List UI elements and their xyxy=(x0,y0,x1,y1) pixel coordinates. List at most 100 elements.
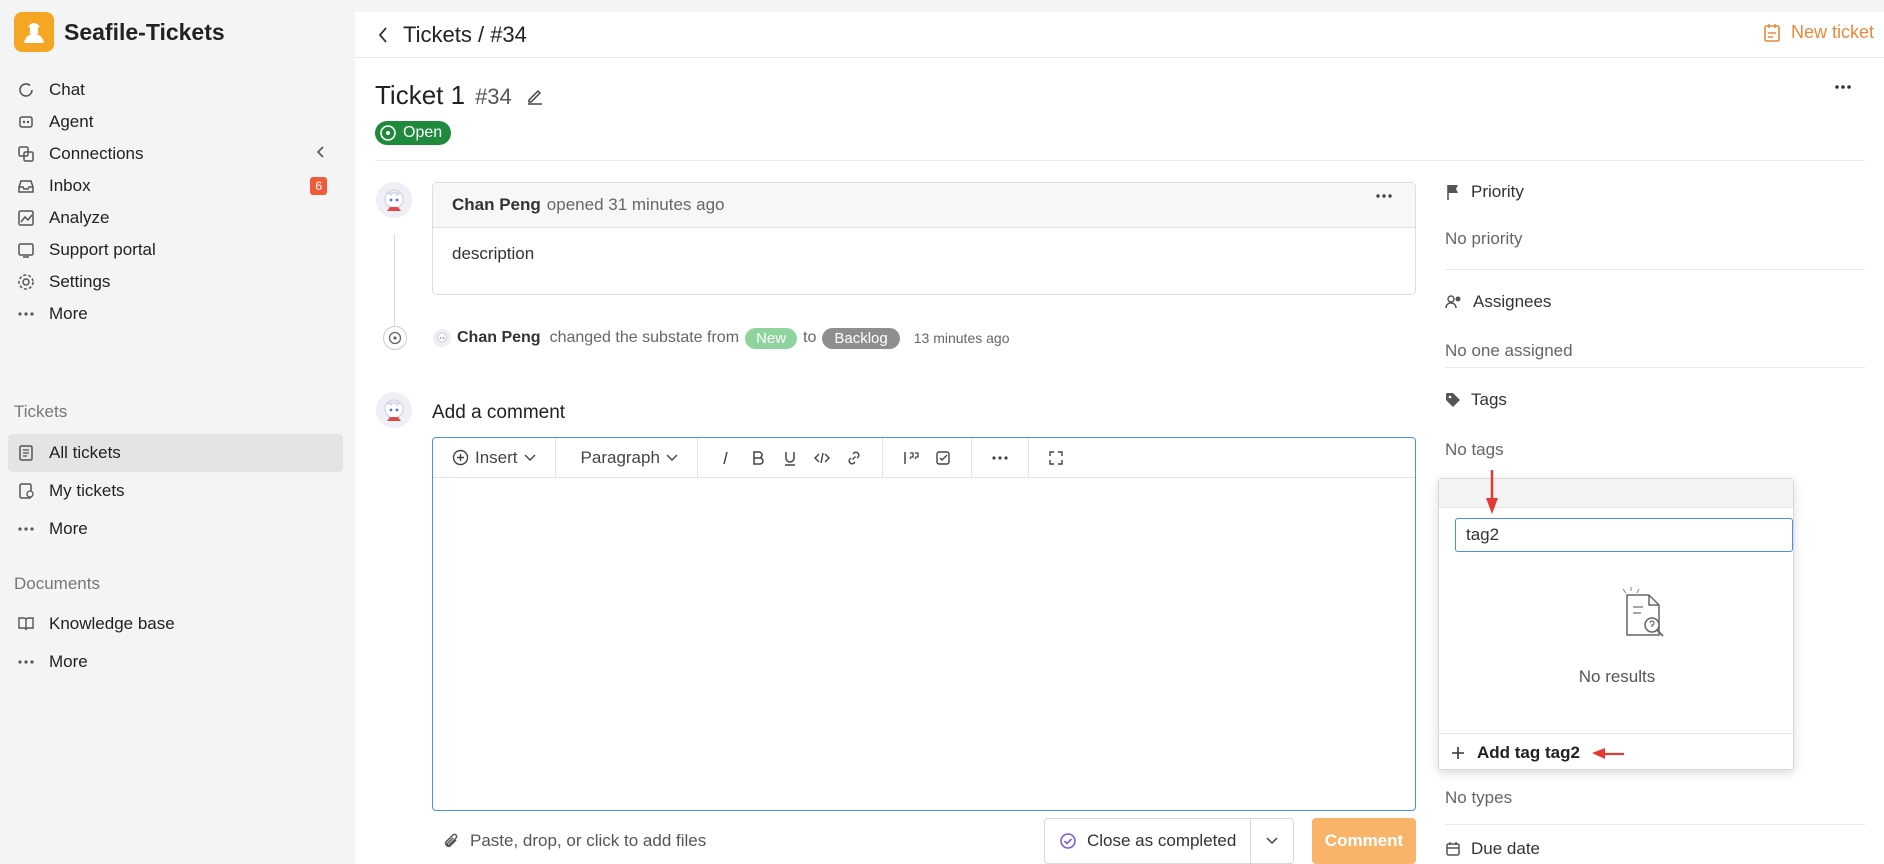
open-status-icon xyxy=(380,125,396,141)
avatar[interactable] xyxy=(433,329,451,347)
close-as-completed-button: Close as completed xyxy=(1044,818,1294,864)
tag-icon xyxy=(1446,393,1460,407)
comment-more-button[interactable] xyxy=(1375,193,1393,199)
chevron-down-icon xyxy=(1266,837,1278,845)
format-group xyxy=(698,437,883,478)
chevron-left-icon[interactable] xyxy=(315,145,327,159)
substate-event-icon xyxy=(383,326,407,350)
app-name: Seafile-Tickets xyxy=(64,18,225,45)
toolbar-more-button[interactable] xyxy=(991,455,1009,461)
top-bar: Tickets / #34 New ticket xyxy=(355,12,1884,58)
documents-section-title: Documents xyxy=(14,574,100,593)
paragraph-select[interactable]: Paragraph xyxy=(575,448,678,468)
comment-editor[interactable]: Insert Paragraph xyxy=(432,437,1416,811)
attach-files-area[interactable]: Paste, drop, or click to add files xyxy=(442,831,706,851)
checkbox-icon xyxy=(936,450,950,465)
checklist-button[interactable] xyxy=(934,449,952,467)
fullscreen-button[interactable] xyxy=(1048,450,1064,466)
tags-title[interactable]: Tags xyxy=(1445,390,1507,410)
status-badge: Open xyxy=(375,121,452,145)
plus-icon xyxy=(1452,746,1464,759)
calendar-icon xyxy=(1446,842,1460,856)
sidebar-item-label: Analyze xyxy=(49,208,110,227)
more-icon xyxy=(15,651,37,673)
more-icon xyxy=(15,518,37,540)
underline-icon xyxy=(784,451,795,466)
tags-value: No tags xyxy=(1445,440,1504,459)
more-icon xyxy=(15,303,37,325)
breadcrumb-text[interactable]: Tickets / #34 xyxy=(403,22,527,48)
brand[interactable]: Seafile-Tickets xyxy=(14,12,225,52)
agent-icon xyxy=(15,111,37,133)
avatar[interactable] xyxy=(376,182,412,218)
add-tag-label: Add tag tag2 xyxy=(1477,742,1580,762)
link-icon xyxy=(848,451,860,464)
comment-header: Chan Peng opened 31 minutes ago xyxy=(433,183,1415,228)
comment-author[interactable]: Chan Peng xyxy=(452,195,541,215)
more-horizontal-icon xyxy=(1835,85,1851,89)
back-arrow-icon[interactable] xyxy=(377,26,389,44)
tickets-section-title: Tickets xyxy=(14,402,68,421)
tag-dropdown-popup: No results Add tag tag2 xyxy=(1438,478,1795,770)
priority-title[interactable]: Priority xyxy=(1445,182,1524,202)
sidebar-item-all-tickets[interactable]: All tickets xyxy=(8,434,343,472)
analyze-icon xyxy=(15,207,37,229)
code-button[interactable] xyxy=(813,449,831,467)
bold-button[interactable] xyxy=(749,449,767,467)
edit-pencil-icon[interactable] xyxy=(526,87,544,105)
fullscreen-icon xyxy=(1049,450,1063,465)
tickets-icon xyxy=(15,442,37,464)
comment-card: Chan Peng opened 31 minutes ago descript… xyxy=(432,182,1416,295)
close-dropdown-button[interactable] xyxy=(1251,837,1293,845)
tag-search-input[interactable] xyxy=(1455,518,1793,552)
underline-button[interactable] xyxy=(781,449,799,467)
check-circle-icon xyxy=(1060,833,1076,849)
fullscreen-group xyxy=(1029,438,1083,478)
sidebar-item-my-tickets[interactable]: My tickets xyxy=(8,472,343,510)
avatar[interactable] xyxy=(376,392,412,428)
timeline-event: Chan Peng changed the substate from New … xyxy=(383,326,1009,350)
close-main-action[interactable]: Close as completed xyxy=(1045,819,1251,863)
portal-icon xyxy=(15,239,37,261)
event-timestamp: 13 minutes ago xyxy=(913,330,1010,346)
header-divider xyxy=(375,160,1865,161)
assignees-title[interactable]: Assignees xyxy=(1445,292,1551,312)
sidebar-item-label: More xyxy=(49,304,88,323)
italic-icon xyxy=(723,451,728,464)
my-tickets-icon xyxy=(15,480,37,502)
ticket-more-button[interactable] xyxy=(1834,84,1852,90)
quote-icon xyxy=(904,451,919,464)
add-comment-heading: Add a comment xyxy=(432,402,566,423)
sidebar-item-label: Inbox xyxy=(49,176,91,195)
sidebar-item-label: All tickets xyxy=(49,443,121,462)
comment-body: description xyxy=(452,244,535,263)
sidebar-item-label: Connections xyxy=(49,144,144,163)
priority-label: Priority xyxy=(1471,182,1524,201)
sidebar-item-label: Chat xyxy=(49,80,85,99)
comment-button[interactable]: Comment xyxy=(1312,818,1416,864)
tags-label: Tags xyxy=(1471,390,1507,409)
insert-button[interactable]: Insert xyxy=(452,448,536,468)
quote-button[interactable] xyxy=(902,449,920,467)
status-label: Open xyxy=(403,124,443,141)
sidebar-item-label: Knowledge base xyxy=(49,614,175,633)
sidebar-item-label: More xyxy=(49,652,88,671)
event-author[interactable]: Chan Peng xyxy=(457,329,541,347)
plus-circle-icon xyxy=(452,449,469,466)
sidebar-item-knowledge-base[interactable]: Knowledge base xyxy=(8,605,343,643)
sidebar-item-tickets-more[interactable]: More xyxy=(8,510,343,548)
new-ticket-label: New ticket xyxy=(1790,22,1874,42)
connections-icon xyxy=(15,143,37,165)
italic-button[interactable] xyxy=(717,449,735,467)
due-date-title[interactable]: Due date xyxy=(1445,839,1540,859)
no-results-icon xyxy=(1619,587,1671,641)
paperclip-icon xyxy=(444,833,458,848)
more-group xyxy=(972,437,1029,478)
sidebar-item-more[interactable]: More xyxy=(8,295,343,333)
sidebar: Seafile-Tickets Chat Agent Connections I… xyxy=(0,0,355,864)
sidebar-item-documents-more[interactable]: More xyxy=(8,643,343,681)
flag-icon xyxy=(1447,185,1458,200)
new-ticket-button[interactable]: New ticket xyxy=(1763,22,1874,43)
link-button[interactable] xyxy=(845,449,863,467)
people-icon xyxy=(1445,295,1461,309)
